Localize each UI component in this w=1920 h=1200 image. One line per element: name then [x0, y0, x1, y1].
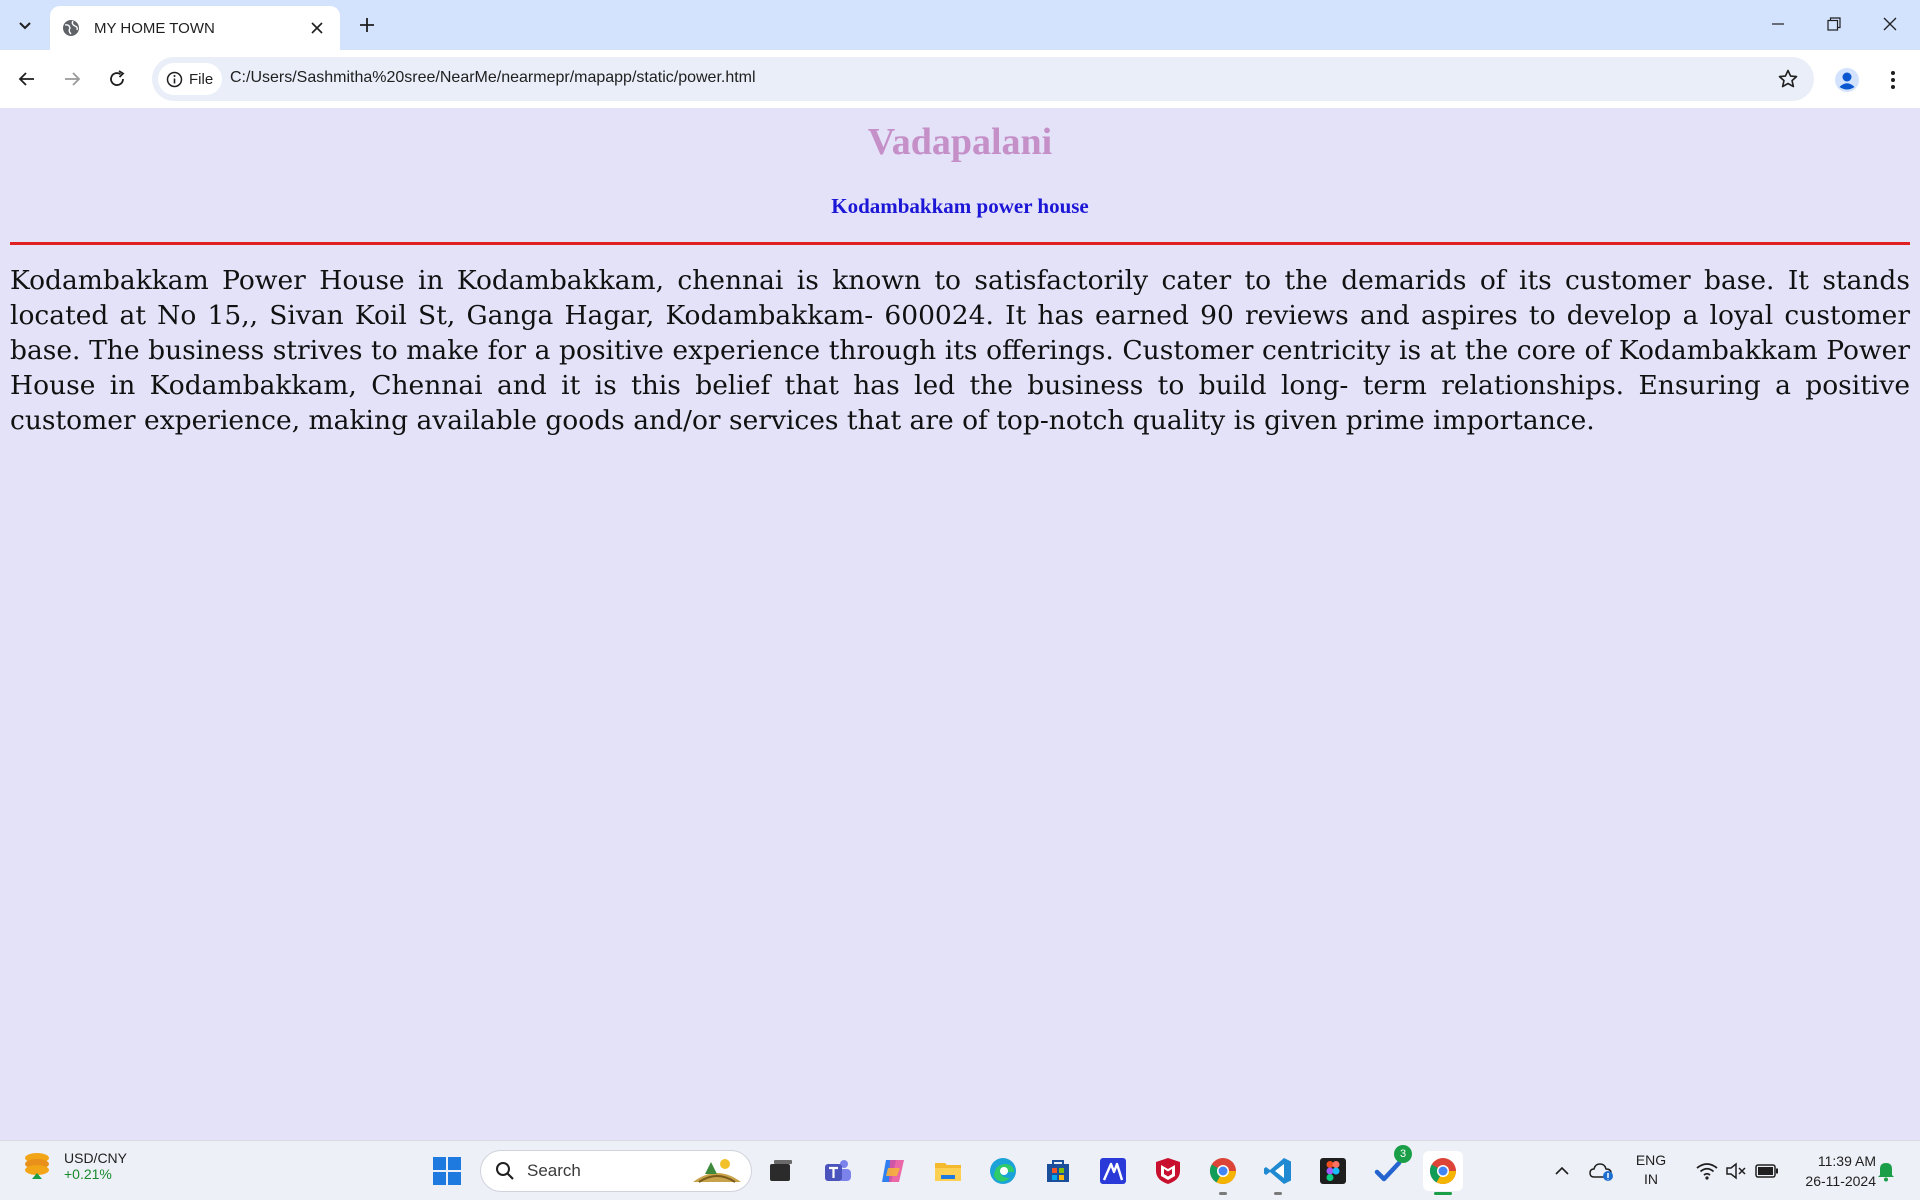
task-view-icon[interactable]	[761, 1151, 801, 1191]
quick-settings-button[interactable]	[1677, 1151, 1797, 1191]
taskbar-search[interactable]: Search	[480, 1150, 752, 1192]
page-title: Vadapalani	[867, 121, 1053, 163]
page-content: Vadapalani Kodambakkam power house Kodam…	[0, 108, 1920, 1140]
tab-title: MY HOME TOWN	[94, 19, 215, 37]
language-indicator[interactable]: ENG IN	[1628, 1151, 1674, 1189]
chevron-down-icon	[19, 22, 31, 30]
taskbar: USD/CNY +0.21% Search 3 ENG IN 11:39 AM …	[0, 1140, 1920, 1200]
close-window-button[interactable]	[1862, 0, 1918, 48]
close-tab-icon[interactable]	[306, 17, 328, 39]
widget-change: +0.21%	[64, 1166, 112, 1182]
windows-start-icon[interactable]	[427, 1151, 467, 1191]
search-label: Search	[527, 1161, 581, 1180]
tab-search-button[interactable]	[8, 10, 42, 40]
store-icon[interactable]	[1038, 1151, 1078, 1191]
vscode-icon[interactable]	[1258, 1151, 1298, 1195]
todo-icon[interactable]: 3	[1368, 1145, 1412, 1191]
chevron-up-icon[interactable]	[1542, 1151, 1582, 1191]
chrome-icon[interactable]	[1203, 1151, 1243, 1195]
reload-button[interactable]	[100, 62, 134, 96]
restore-button[interactable]	[1806, 0, 1862, 48]
page-subtitle: Kodambakkam power house	[831, 194, 1089, 218]
clock-time: 11:39 AM	[1817, 1153, 1876, 1169]
arrow-right-icon	[65, 72, 81, 86]
bookmark-button[interactable]	[1774, 65, 1802, 93]
reload-icon	[110, 70, 125, 86]
app-icon[interactable]	[1093, 1151, 1133, 1191]
notification-badge: 3	[1394, 1145, 1412, 1163]
site-info-chip[interactable]: File	[158, 63, 222, 95]
close-icon	[1883, 17, 1897, 31]
arrow-left-icon	[18, 72, 34, 86]
volume-muted-icon	[1726, 1162, 1746, 1180]
search-highlight-icon	[693, 1159, 741, 1183]
minimize-button[interactable]	[1750, 0, 1806, 48]
globe-icon	[62, 19, 80, 37]
edge-icon[interactable]	[983, 1151, 1023, 1191]
address-bar[interactable]: File C:/Users/Sashmitha%20sree/NearMe/ne…	[152, 57, 1814, 101]
mcafee-icon[interactable]	[1148, 1151, 1188, 1191]
battery-icon	[1755, 1164, 1778, 1178]
divider	[10, 242, 1910, 245]
kebab-menu-icon	[1891, 71, 1895, 89]
star-icon	[1778, 69, 1798, 88]
chrome-active-icon[interactable]	[1423, 1151, 1463, 1195]
active-indicator	[1434, 1192, 1452, 1195]
file-explorer-icon[interactable]	[928, 1151, 968, 1191]
new-tab-button[interactable]	[352, 10, 382, 40]
description-paragraph: Kodambakkam Power House in Kodambakkam, …	[10, 265, 1910, 436]
browser-titlebar: MY HOME TOWN	[0, 0, 1920, 50]
running-indicator	[1274, 1192, 1282, 1195]
forward-button[interactable]	[55, 62, 89, 96]
figma-icon[interactable]	[1313, 1151, 1353, 1191]
plus-icon	[360, 18, 374, 32]
teams-icon[interactable]	[818, 1151, 858, 1191]
widget-title: USD/CNY	[64, 1150, 128, 1166]
back-button[interactable]	[10, 62, 44, 96]
running-indicator	[1219, 1192, 1227, 1195]
onedrive-icon[interactable]	[1582, 1151, 1622, 1191]
site-chip-label: File	[189, 70, 214, 88]
browser-toolbar: File C:/Users/Sashmitha%20sree/NearMe/ne…	[0, 50, 1920, 108]
avatar-icon	[1835, 68, 1859, 92]
restore-icon	[1827, 17, 1841, 31]
clock-date: 26-11-2024	[1805, 1173, 1876, 1189]
clock[interactable]: 11:39 AM 26-11-2024	[1780, 1151, 1876, 1191]
copilot-icon[interactable]	[873, 1151, 913, 1191]
url-text[interactable]: C:/Users/Sashmitha%20sree/NearMe/nearmep…	[230, 69, 756, 87]
browser-menu-button[interactable]	[1876, 63, 1910, 97]
wifi-icon	[1696, 1163, 1718, 1180]
minimize-icon	[1772, 23, 1784, 25]
notification-bell-icon[interactable]	[1868, 1151, 1904, 1191]
profile-button[interactable]	[1830, 63, 1864, 97]
search-icon	[496, 1162, 514, 1180]
stock-widget[interactable]: USD/CNY +0.21%	[20, 1149, 127, 1183]
info-icon	[166, 71, 183, 87]
language-code: ENG	[1635, 1152, 1667, 1168]
browser-tab[interactable]: MY HOME TOWN	[50, 6, 340, 50]
region-code: IN	[1644, 1171, 1658, 1187]
coins-icon	[25, 1153, 49, 1179]
